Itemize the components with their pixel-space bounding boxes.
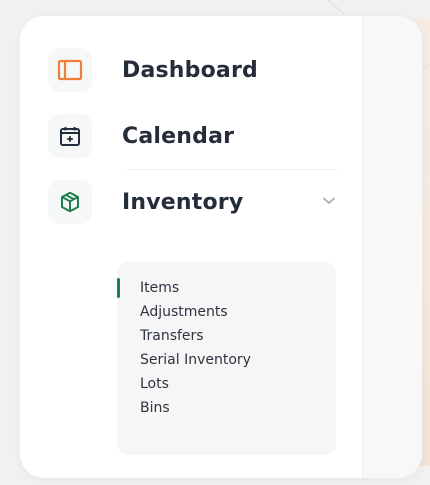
screen: Dashboard Calendar Inventory Items Adjus… <box>0 0 430 485</box>
inventory-icon <box>48 180 92 224</box>
sidebar-item-label: Inventory <box>122 189 244 215</box>
sidebar-item-label: Calendar <box>122 123 235 149</box>
submenu-item-lots[interactable]: Lots <box>117 372 336 396</box>
sidebar-nav: Dashboard Calendar Inventory <box>48 48 338 246</box>
submenu-item-adjustments[interactable]: Adjustments <box>117 300 336 324</box>
submenu-item-serial-inventory[interactable]: Serial Inventory <box>117 348 336 372</box>
sidebar-panel: Dashboard Calendar Inventory Items Adjus… <box>20 16 422 478</box>
content-area-edge <box>362 16 422 478</box>
submenu-item-transfers[interactable]: Transfers <box>117 324 336 348</box>
sidebar-item-label: Dashboard <box>122 57 258 83</box>
calendar-icon <box>48 114 92 158</box>
inventory-submenu: Items Adjustments Transfers Serial Inven… <box>117 262 336 455</box>
sidebar-item-inventory[interactable]: Inventory <box>48 180 338 224</box>
dashboard-icon <box>48 48 92 92</box>
sidebar-item-calendar[interactable]: Calendar <box>48 114 338 170</box>
chevron-down-icon[interactable] <box>320 192 338 210</box>
submenu-item-items[interactable]: Items <box>117 276 336 300</box>
decorative-line <box>327 0 345 15</box>
submenu-item-bins[interactable]: Bins <box>117 396 336 420</box>
sidebar-item-dashboard[interactable]: Dashboard <box>48 48 338 92</box>
submenu-list: Items Adjustments Transfers Serial Inven… <box>117 276 336 420</box>
